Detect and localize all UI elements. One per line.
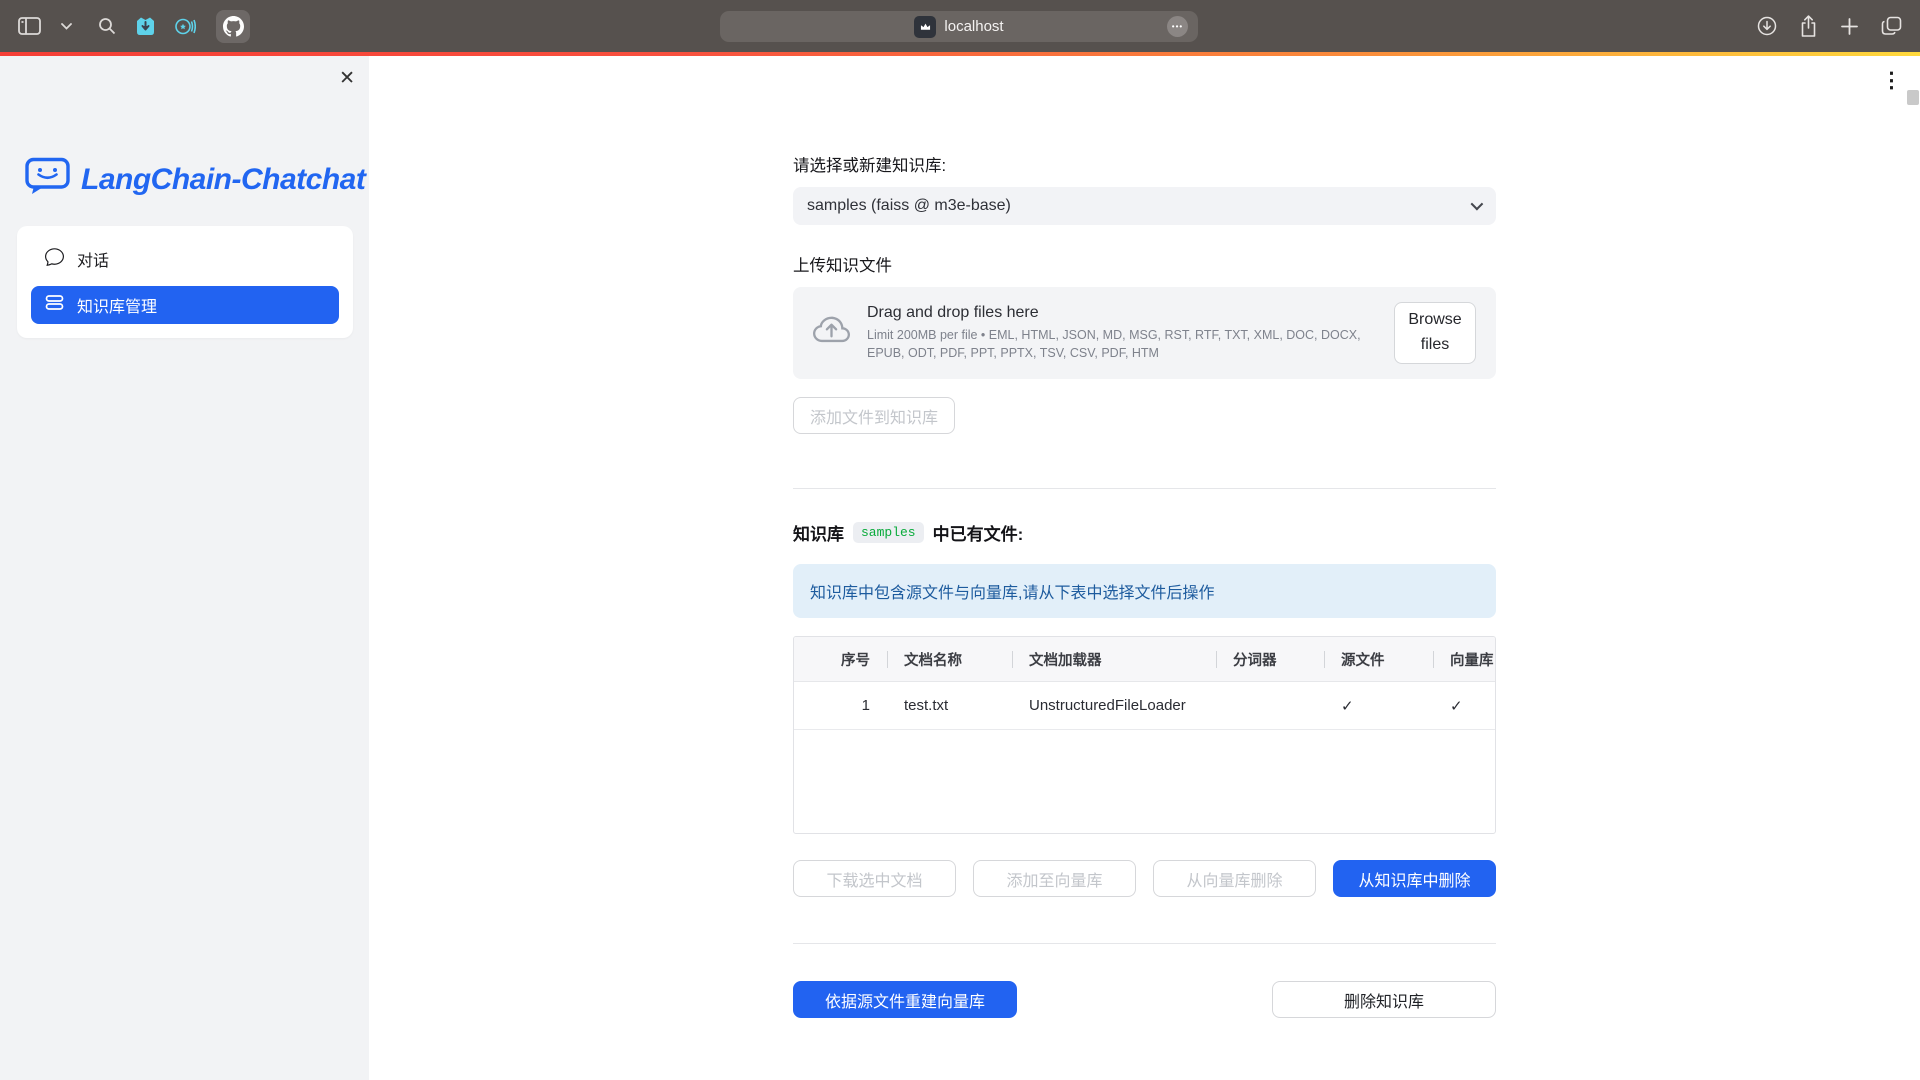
cell-vector-check: ✓ xyxy=(1433,682,1495,729)
address-more-icon[interactable]: ••• xyxy=(1167,16,1188,37)
github-icon-active-bg xyxy=(216,10,250,43)
upload-files-label: 上传知识文件 xyxy=(793,252,1496,276)
info-text: 知识库中包含源文件与向量库,请从下表中选择文件后操作 xyxy=(810,579,1214,603)
info-alert: 知识库中包含源文件与向量库,请从下表中选择文件后操作 xyxy=(793,564,1496,618)
app-logo: LangChain-Chatchat xyxy=(25,157,369,202)
cell-splitter xyxy=(1216,682,1324,729)
sidebar: ✕ LangChain-Chatchat 对话 xyxy=(0,56,369,1080)
add-to-vectorstore-button[interactable]: 添加至向量库 xyxy=(973,860,1136,897)
files-dataframe: 序号 文档名称 文档加载器 分词器 源文件 向量库 1 test.txt Uns… xyxy=(793,636,1496,834)
tab-overview-icon[interactable] xyxy=(1881,16,1902,36)
logo-text: LangChain-Chatchat xyxy=(81,163,365,197)
sidebar-item-dialogue[interactable]: 对话 xyxy=(31,240,339,278)
stacked-list-icon xyxy=(45,293,64,317)
heading-suffix: 中已有文件: xyxy=(933,520,1024,545)
kb-selected-value: samples (faiss @ m3e-base) xyxy=(807,197,1011,215)
col-header-source[interactable]: 源文件 xyxy=(1324,637,1433,681)
content-column: 请选择或新建知识库: samples (faiss @ m3e-base) 上传… xyxy=(793,56,1496,1018)
col-header-splitter[interactable]: 分词器 xyxy=(1216,637,1324,681)
file-dropzone[interactable]: Drag and drop files here Limit 200MB per… xyxy=(793,287,1496,379)
kb-level-buttons: 依据源文件重建向量库 删除知识库 xyxy=(793,981,1496,1018)
dropzone-text-block: Drag and drop files here Limit 200MB per… xyxy=(867,304,1382,362)
logo-chat-icon xyxy=(25,157,71,202)
table-row[interactable]: 1 test.txt UnstructuredFileLoader ✓ ✓ xyxy=(794,682,1495,730)
screen: localhost ••• ✕ xyxy=(0,0,1920,1080)
sidebar-item-label: 知识库管理 xyxy=(77,293,157,317)
browse-files-button[interactable]: Browse files xyxy=(1394,302,1476,364)
kb-files-heading: 知识库 samples 中已有文件: xyxy=(793,520,1496,545)
chat-bubble-icon xyxy=(45,247,64,271)
add-files-to-kb-button[interactable]: 添加文件到知识库 xyxy=(793,397,955,434)
main-content: ⋮ 请选择或新建知识库: samples (faiss @ m3e-base) … xyxy=(369,56,1920,1080)
kb-name-code-chip: samples xyxy=(853,522,924,543)
download-selected-button[interactable]: 下载选中文档 xyxy=(793,860,956,897)
broadcast-extension-icon[interactable] xyxy=(175,17,196,36)
cat-download-extension-icon[interactable] xyxy=(136,17,155,36)
table-header-row: 序号 文档名称 文档加载器 分词器 源文件 向量库 xyxy=(794,637,1495,682)
toolbar-left-group xyxy=(18,10,250,43)
divider xyxy=(793,943,1496,944)
chevron-down-icon[interactable] xyxy=(61,23,72,30)
cell-file-name: test.txt xyxy=(887,682,1012,729)
cell-index: 1 xyxy=(794,682,887,729)
col-header-name[interactable]: 文档名称 xyxy=(887,637,1012,681)
sidebar-item-kb-management[interactable]: 知识库管理 xyxy=(31,286,339,324)
app-menu-kebab-icon[interactable]: ⋮ xyxy=(1881,70,1902,91)
cell-source-check: ✓ xyxy=(1324,682,1433,729)
address-bar[interactable]: localhost ••• xyxy=(720,11,1198,42)
site-favicon xyxy=(914,16,936,38)
col-header-index[interactable]: 序号 xyxy=(794,637,887,681)
new-tab-icon[interactable] xyxy=(1840,17,1859,36)
dropzone-limit-text: Limit 200MB per file • EML, HTML, JSON, … xyxy=(867,326,1382,362)
sidebar-menu: 对话 知识库管理 xyxy=(17,226,353,338)
app-window: ✕ LangChain-Chatchat 对话 xyxy=(0,56,1920,1080)
delete-from-kb-button[interactable]: 从知识库中删除 xyxy=(1333,860,1496,897)
sidebar-close-icon[interactable]: ✕ xyxy=(339,69,355,88)
share-icon[interactable] xyxy=(1799,15,1818,38)
search-icon[interactable] xyxy=(98,17,116,35)
cell-loader: UnstructuredFileLoader xyxy=(1012,682,1216,729)
browser-toolbar: localhost ••• xyxy=(0,0,1920,52)
toolbar-right-group xyxy=(1757,15,1902,38)
delete-kb-button[interactable]: 删除知识库 xyxy=(1272,981,1496,1018)
scrollbar-thumb[interactable] xyxy=(1907,90,1919,105)
heading-prefix: 知识库 xyxy=(793,520,844,545)
file-action-buttons: 下载选中文档 添加至向量库 从向量库删除 从知识库中删除 xyxy=(793,860,1496,897)
dropzone-title: Drag and drop files here xyxy=(867,304,1382,322)
cloud-upload-icon xyxy=(813,312,850,354)
downloads-icon[interactable] xyxy=(1757,16,1777,36)
chevron-down-icon xyxy=(1471,198,1484,211)
sidebar-item-label: 对话 xyxy=(77,247,109,271)
delete-from-vectorstore-button[interactable]: 从向量库删除 xyxy=(1153,860,1316,897)
github-extension-icon[interactable] xyxy=(216,10,250,43)
rebuild-vectorstore-button[interactable]: 依据源文件重建向量库 xyxy=(793,981,1017,1018)
divider xyxy=(793,488,1496,489)
kb-selectbox[interactable]: samples (faiss @ m3e-base) xyxy=(793,187,1496,225)
sidebar-toggle-icon[interactable] xyxy=(18,17,41,35)
address-text: localhost xyxy=(944,18,1003,35)
col-header-vector[interactable]: 向量库 xyxy=(1433,637,1495,681)
col-header-loader[interactable]: 文档加载器 xyxy=(1012,637,1216,681)
kb-select-label: 请选择或新建知识库: xyxy=(793,152,1496,176)
